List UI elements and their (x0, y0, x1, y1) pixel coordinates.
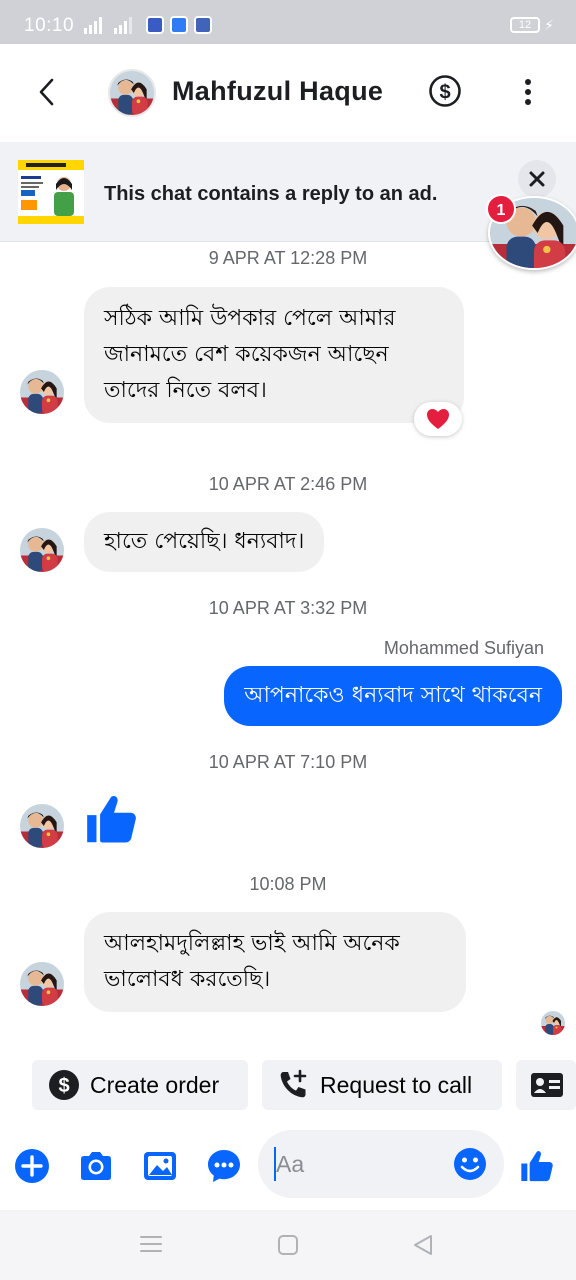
svg-text:$: $ (439, 82, 450, 104)
like-sticker[interactable] (82, 788, 144, 850)
incoming-message-bubble[interactable]: আলহামদুলিল্লাহ ভাই আমি অনেক ভালোবধ করতেছ… (84, 912, 466, 1012)
chat-header: Mahfuzul Haque $ (0, 44, 576, 142)
thumbs-up-icon (518, 1146, 558, 1186)
message-composer (0, 1126, 576, 1210)
status-time: 10:10 (24, 15, 75, 36)
back-button[interactable] (26, 72, 66, 112)
create-order-button[interactable]: $ Create order (32, 1060, 248, 1110)
close-icon (529, 171, 545, 187)
emoji-icon (454, 1148, 486, 1180)
send-like-button[interactable] (518, 1146, 558, 1186)
message-timestamp: 10 APR AT 3:32 PM (208, 598, 368, 618)
incoming-message-bubble[interactable]: সঠিক আমি উপকার পেলে আমার জানামতে বেশ কয়… (84, 287, 464, 423)
payment-button[interactable]: $ (428, 74, 462, 108)
request-call-button[interactable]: Request to call (262, 1060, 502, 1110)
emoji-button[interactable] (452, 1146, 488, 1182)
ad-reply-text: This chat contains a reply to an ad. (104, 183, 438, 205)
image-icon (144, 1152, 176, 1180)
charging-icon: ⚡ (544, 17, 554, 33)
incoming-message-bubble[interactable]: হাতে পেয়েছি। ধন্যবাদ। (84, 512, 325, 572)
gallery-button[interactable] (142, 1148, 178, 1184)
activity-notification-icon (194, 16, 212, 34)
plus-icon (15, 1149, 49, 1183)
close-ad-banner-button[interactable] (518, 160, 556, 198)
back-arrow-icon (39, 78, 54, 106)
ad-thumbnail[interactable] (18, 160, 84, 224)
message-timestamp: 10:08 PM (249, 874, 327, 894)
message-reaction[interactable] (414, 402, 462, 436)
svg-text:$: $ (58, 1075, 69, 1097)
message-timestamp: 10 APR AT 2:46 PM (208, 474, 368, 494)
more-options-button[interactable] (516, 76, 540, 108)
recent-apps-button[interactable] (140, 1234, 166, 1258)
signal-icons (84, 16, 212, 34)
message-line: আলহামদুলিল্লাহ ভাই আমি অনেক (104, 931, 400, 956)
menu-icon (140, 1236, 162, 1252)
dollar-icon: $ (429, 75, 461, 107)
status-bar: 10:10 12 ⚡ (0, 0, 576, 44)
message-timestamp: 9 APR AT 12:28 PM (208, 248, 368, 268)
id-card-icon (531, 1073, 563, 1097)
battery-icon: 12 (510, 17, 540, 33)
phone-plus-icon (280, 1069, 307, 1098)
home-square-icon (278, 1235, 298, 1255)
messenger-notification-icon (170, 16, 188, 34)
signal-icon (84, 16, 102, 34)
more-vertical-icon (525, 79, 531, 105)
create-order-label: Create order (90, 1071, 220, 1098)
home-button[interactable] (277, 1234, 303, 1258)
thumbs-up-icon (82, 788, 144, 850)
dollar-circle-icon: $ (49, 1070, 79, 1100)
camera-button[interactable] (78, 1148, 114, 1184)
seen-indicator-avatar (541, 1011, 565, 1035)
camera-icon (81, 1152, 111, 1180)
heart-icon (427, 409, 449, 429)
more-actions-button[interactable] (14, 1148, 50, 1184)
text-cursor (274, 1147, 276, 1181)
signal-icon-2 (114, 16, 132, 34)
contact-avatar-small[interactable] (20, 804, 64, 848)
message-line: জানামতে বেশ কয়েকজন আছেন (104, 342, 389, 367)
chat-bubble-icon (208, 1150, 240, 1182)
contact-avatar-small[interactable] (20, 962, 64, 1006)
system-back-button[interactable] (412, 1234, 438, 1258)
sender-name: Mohammed Sufiyan (383, 638, 544, 658)
contact-name[interactable]: Mahfuzul Haque (172, 76, 383, 107)
system-navigation-bar (0, 1210, 576, 1280)
message-line: সঠিক আমি উপকার পেলে আমার (104, 306, 396, 331)
message-line: তাদের নিতে বলব। (104, 378, 267, 403)
contact-avatar[interactable] (108, 69, 156, 117)
app-notification-icon (146, 16, 164, 34)
message-text: হাতে পেয়েছি। ধন্যবাদ। (104, 529, 305, 554)
contact-avatar-small[interactable] (20, 370, 64, 414)
message-timestamp: 10 APR AT 7:10 PM (208, 752, 368, 772)
outgoing-message-bubble[interactable]: আপনাকেও ধন্যবাদ সাথে থাকবেন (224, 666, 562, 726)
contact-avatar-small[interactable] (20, 528, 64, 572)
message-text: আপনাকেও ধন্যবাদ সাথে থাকবেন (244, 683, 542, 708)
back-triangle-icon (414, 1235, 432, 1255)
unread-badge: 1 (486, 194, 516, 224)
message-line: ভালোবধ করতেছি। (104, 967, 271, 992)
voice-chat-button[interactable] (206, 1148, 242, 1184)
request-call-label: Request to call (320, 1071, 473, 1098)
contact-card-button[interactable] (516, 1060, 576, 1110)
